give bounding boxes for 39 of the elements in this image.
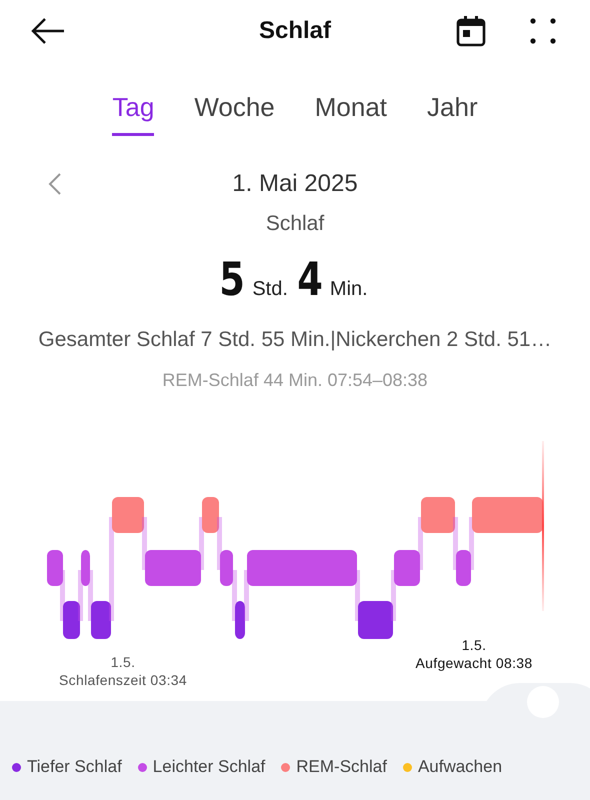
sleep-stage-bar	[358, 601, 393, 639]
screen-title: Schlaf	[258, 17, 332, 45]
sleep-stage-bar	[394, 550, 420, 586]
sleep-stage-bar	[91, 601, 111, 639]
duration-unit: Std.	[252, 278, 288, 301]
period-tab[interactable]: Monat	[314, 90, 388, 136]
sleep-stage-bar	[202, 497, 219, 533]
sleep-stage-bar	[81, 550, 90, 586]
duration-unit: Min.	[330, 278, 368, 301]
sleep-stage-bar	[456, 550, 471, 586]
legend-label: Aufwachen	[418, 757, 502, 777]
calendar-icon[interactable]	[456, 15, 486, 47]
period-tab[interactable]: Jahr	[427, 90, 478, 136]
sleep-stage-bar	[63, 601, 80, 639]
duration-value: 5	[220, 252, 246, 306]
previous-icon[interactable]	[48, 172, 62, 196]
bedtime-date: 1.5.	[110, 653, 136, 671]
legend-label: REM-Schlaf	[296, 757, 387, 777]
sleep-stage-bar	[47, 550, 63, 586]
bedtime-label: Schlafenszeit 03:34	[59, 671, 187, 689]
section-label: Schlaf	[264, 212, 326, 236]
wake-label: Aufgewacht 08:38	[416, 654, 532, 672]
date-label: 1. Mai 2025	[232, 170, 358, 198]
period-tab[interactable]: Tag	[112, 90, 154, 136]
wake-date: 1.5.	[462, 636, 486, 654]
legend-label: Leichter Schlaf	[152, 757, 266, 777]
duration-value: 4	[297, 252, 323, 306]
sleep-stage-bar	[220, 550, 233, 586]
legend-label: Tiefer Schlaf	[27, 757, 122, 777]
sleep-stage-bar	[112, 497, 144, 533]
back-icon[interactable]	[30, 17, 66, 45]
stage-detail: REM-Schlaf 44 Min. 07:54–08:38	[161, 370, 429, 391]
sleep-stage-bar	[145, 550, 201, 586]
sleep-stage-bar	[235, 601, 245, 639]
sleep-stage-bar	[421, 497, 455, 533]
sleep-stage-bar	[472, 497, 543, 533]
sleep-summary: Gesamter Schlaf 7 Std. 55 Min.|Nickerchen 2 Std. 51…	[37, 328, 553, 352]
more-icon[interactable]	[530, 18, 556, 44]
period-tab[interactable]: Woche	[194, 90, 275, 136]
